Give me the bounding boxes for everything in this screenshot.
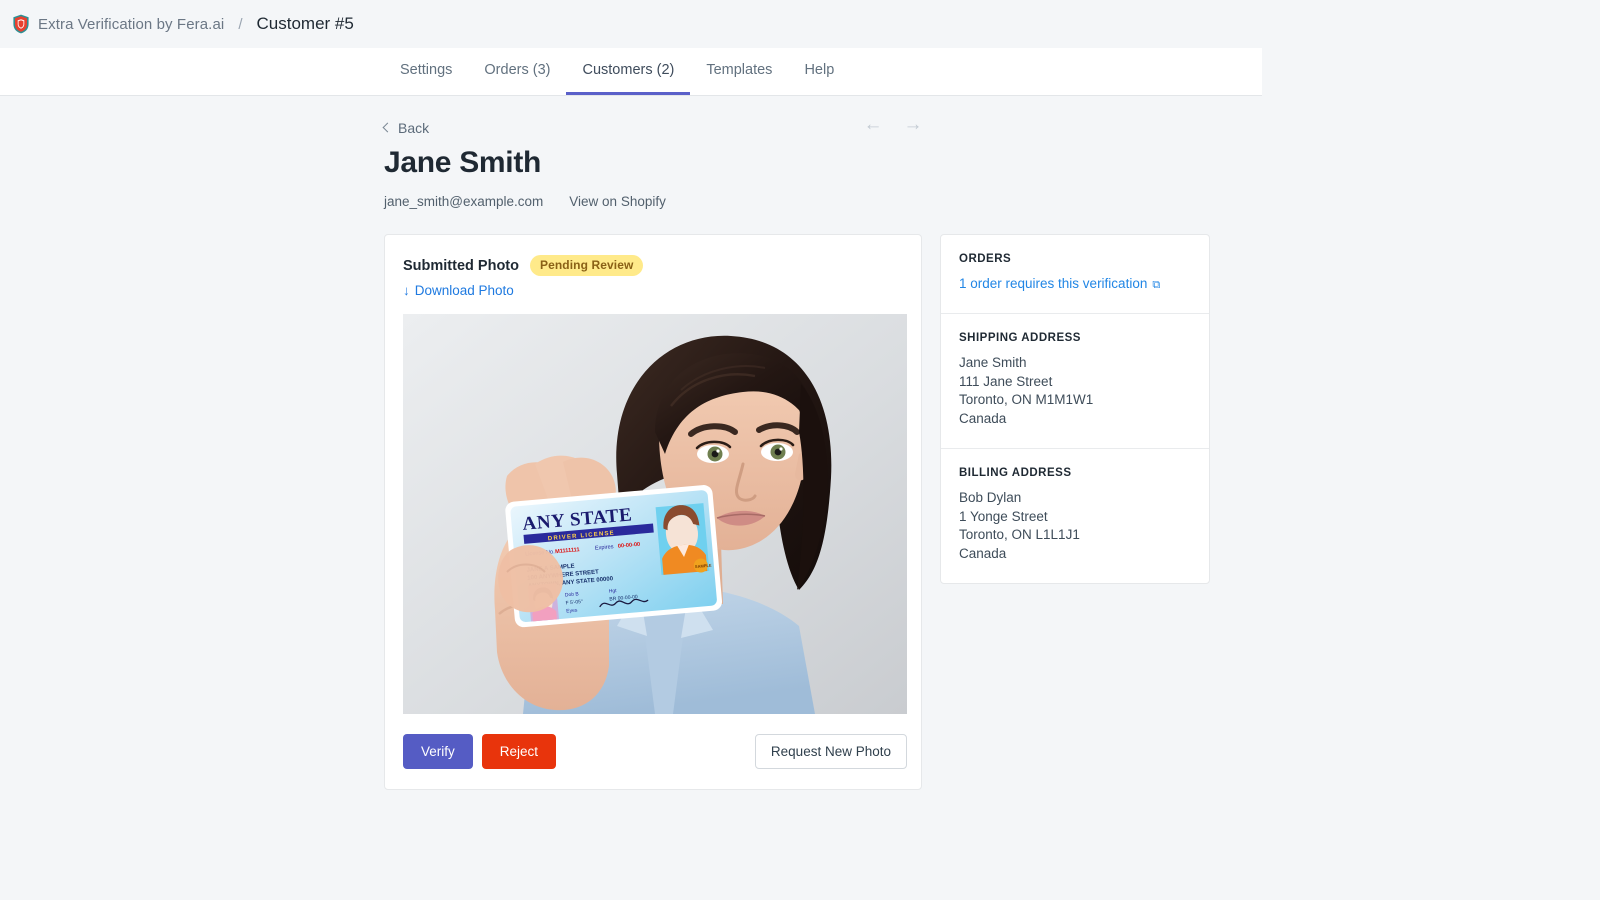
- tab-help[interactable]: Help: [788, 48, 850, 95]
- tab-settings[interactable]: Settings: [384, 48, 468, 95]
- svg-text:Hgt: Hgt: [609, 588, 618, 595]
- order-requires-verification-link[interactable]: 1 order requires this verification ⧉: [959, 276, 1160, 292]
- shield-icon: [12, 14, 30, 34]
- page-title: Jane Smith: [384, 146, 542, 179]
- reject-button[interactable]: Reject: [481, 734, 557, 769]
- columns: Submitted Photo Pending Review ↓ Downloa…: [384, 234, 1262, 790]
- tab-customers[interactable]: Customers (2): [566, 48, 691, 95]
- app-name[interactable]: Extra Verification by Fera.ai: [38, 16, 224, 33]
- download-photo-link[interactable]: ↓ Download Photo: [403, 283, 514, 298]
- app-topbar: Extra Verification by Fera.ai / Customer…: [0, 0, 1600, 48]
- address-line: Canada: [959, 545, 1007, 561]
- shipping-address-title: SHIPPING ADDRESS: [959, 332, 1081, 344]
- tab-label: Customers (2): [582, 62, 675, 78]
- tab-label: Orders (3): [484, 62, 551, 78]
- chevron-left-icon: [382, 122, 393, 133]
- back-button[interactable]: Back: [382, 120, 430, 136]
- address-line: 111 Jane Street: [959, 373, 1053, 389]
- view-on-shopify-link[interactable]: View on Shopify: [569, 194, 666, 209]
- breadcrumb-separator: /: [238, 15, 243, 33]
- billing-address-section: BILLING ADDRESS Bob Dylan 1 Yonge Street…: [941, 449, 1209, 583]
- submitted-photo-image[interactable]: ANY STATE DRIVER LICENSE License No. M11…: [403, 314, 907, 714]
- orders-section: ORDERS 1 order requires this verificatio…: [941, 235, 1209, 314]
- customer-email[interactable]: jane_smith@example.com: [384, 194, 543, 209]
- tab-label: Templates: [706, 62, 773, 78]
- download-arrow-icon: ↓: [403, 283, 410, 298]
- main-tabbar: Settings Orders (3) Customers (2) Templa…: [0, 48, 1262, 96]
- order-link-label: 1 order requires this verification: [959, 276, 1148, 291]
- address-line: Jane Smith: [959, 355, 1027, 370]
- photo-card-title: Submitted Photo: [403, 257, 519, 274]
- customer-side-panel: ORDERS 1 order requires this verificatio…: [940, 234, 1210, 584]
- record-pager: ← →: [862, 114, 924, 136]
- arrow-left-icon[interactable]: ←: [862, 114, 884, 136]
- shipping-address-section: SHIPPING ADDRESS Jane Smith 111 Jane Str…: [941, 314, 1209, 449]
- tab-templates[interactable]: Templates: [690, 48, 788, 95]
- tab-orders[interactable]: Orders (3): [468, 48, 566, 95]
- page-body: Back ← → Jane Smith jane_smith@example.c…: [0, 96, 1600, 790]
- breadcrumb-current: Customer #5: [256, 14, 354, 33]
- verify-button[interactable]: Verify: [403, 734, 473, 769]
- address-line: Toronto, ON M1M1W1: [959, 392, 1094, 407]
- svg-text:Dob B: Dob B: [565, 591, 580, 598]
- address-line: Bob Dylan: [959, 490, 1022, 505]
- address-line: 1 Yonge Street: [959, 508, 1048, 524]
- photo-action-row: Verify Reject Request New Photo: [403, 734, 907, 769]
- submitted-photo-card: Submitted Photo Pending Review ↓ Downloa…: [384, 234, 922, 790]
- address-line: Toronto, ON L1L1J1: [959, 527, 1080, 542]
- billing-address-title: BILLING ADDRESS: [959, 467, 1072, 479]
- external-link-icon: ⧉: [1152, 279, 1161, 291]
- address-line: Canada: [959, 410, 1007, 426]
- page-nav-row: Back ← →: [382, 96, 1262, 136]
- photo-card-header: Submitted Photo Pending Review: [403, 255, 903, 276]
- content-column: Back ← → Jane Smith jane_smith@example.c…: [0, 96, 1262, 790]
- request-new-photo-button[interactable]: Request New Photo: [754, 734, 907, 769]
- orders-section-title: ORDERS: [959, 253, 1012, 265]
- arrow-right-icon[interactable]: →: [902, 114, 924, 136]
- tab-label: Help: [804, 62, 835, 78]
- status-badge: Pending Review: [530, 255, 644, 276]
- svg-text:Eyes: Eyes: [566, 607, 578, 614]
- back-label: Back: [398, 120, 430, 136]
- tab-label: Settings: [400, 62, 453, 78]
- customer-meta-row: jane_smith@example.com View on Shopify: [384, 194, 1262, 209]
- download-photo-label: Download Photo: [414, 283, 514, 298]
